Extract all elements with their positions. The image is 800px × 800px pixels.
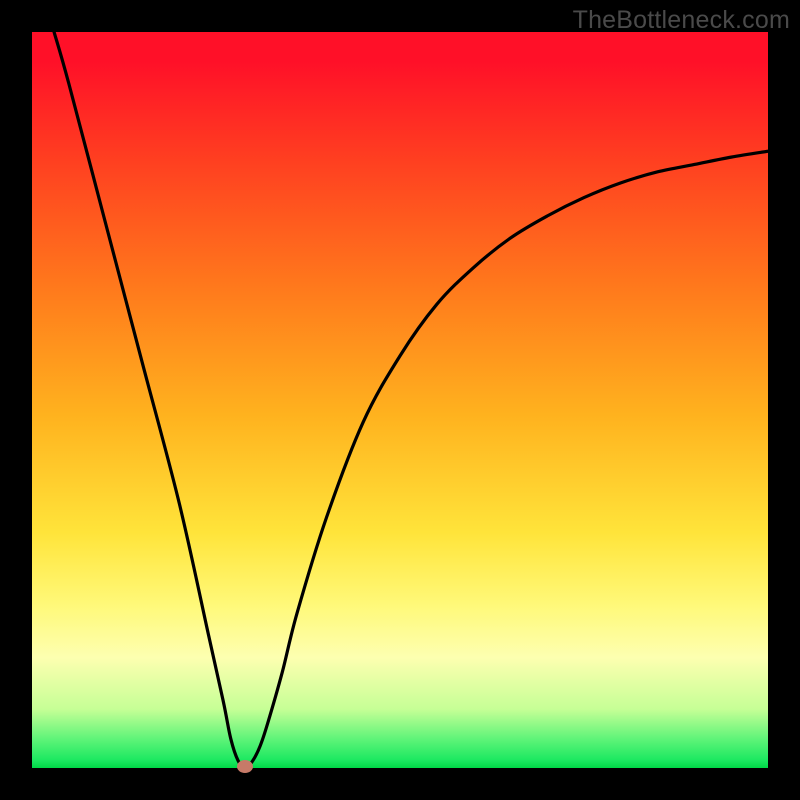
watermark-text: TheBottleneck.com	[573, 6, 790, 35]
bottleneck-curve	[32, 32, 768, 768]
minimum-marker	[237, 760, 253, 773]
chart-frame: TheBottleneck.com	[0, 0, 800, 800]
curve-path	[54, 32, 768, 768]
plot-area	[32, 32, 768, 768]
